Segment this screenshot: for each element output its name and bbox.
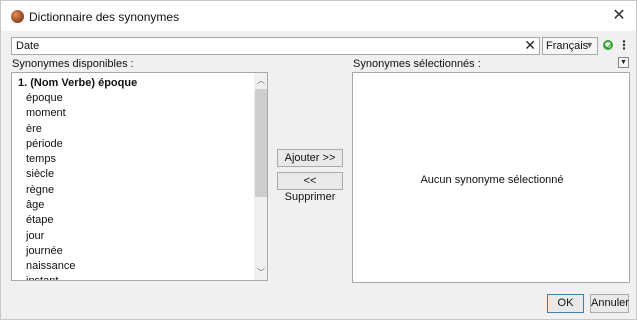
title-bar: Dictionnaire des synonymes ✕ xyxy=(1,1,636,31)
empty-selection-message: Aucun synonyme sélectionné xyxy=(420,174,564,186)
clear-icon[interactable]: ✕ xyxy=(524,37,536,54)
list-item[interactable]: ère xyxy=(26,123,42,135)
selected-synonyms-label: Synonymes sélectionnés : xyxy=(353,58,481,70)
list-item[interactable]: époque xyxy=(26,92,63,104)
list-heading: 1. (Nom Verbe) époque xyxy=(18,77,138,89)
list-item[interactable]: étape xyxy=(26,214,54,226)
remove-button[interactable]: << Supprimer xyxy=(277,172,343,203)
search-input[interactable]: Date ✕ xyxy=(11,37,540,55)
close-icon[interactable]: ✕ xyxy=(608,6,630,26)
list-item[interactable]: âge xyxy=(26,199,44,211)
selected-synonyms-box[interactable]: Aucun synonyme sélectionné xyxy=(352,72,630,283)
list-item[interactable]: jour xyxy=(26,230,44,242)
available-synonyms-label: Synonymes disponibles : xyxy=(12,58,134,70)
list-item[interactable]: moment xyxy=(26,107,66,119)
check-circle-icon[interactable] xyxy=(603,40,613,50)
app-logo-icon xyxy=(11,10,24,23)
available-synonyms-list[interactable]: 1. (Nom Verbe) époque époque moment ère … xyxy=(11,72,268,281)
list-item[interactable]: temps xyxy=(26,153,56,165)
dropdown-arrow-icon[interactable]: ▼ xyxy=(618,57,629,68)
vertical-scrollbar[interactable]: ︿ ﹀ xyxy=(254,73,267,280)
window-title: Dictionnaire des synonymes xyxy=(29,10,180,24)
add-button[interactable]: Ajouter >> xyxy=(277,149,343,167)
list-item[interactable]: naissance xyxy=(26,260,76,272)
list-item[interactable]: instant xyxy=(26,275,58,280)
cancel-button[interactable]: Annuler xyxy=(590,294,629,313)
language-selected: Français xyxy=(546,40,589,52)
scroll-down-icon[interactable]: ﹀ xyxy=(254,267,267,278)
search-value: Date xyxy=(16,40,40,52)
list-item[interactable]: règne xyxy=(26,184,54,196)
list-item[interactable]: journée xyxy=(26,245,63,257)
chevron-down-icon: ▼ xyxy=(585,40,594,50)
more-vertical-icon[interactable]: ⋮ xyxy=(618,38,630,52)
language-select[interactable]: Français ▼ xyxy=(542,37,598,55)
ok-button[interactable]: OK xyxy=(547,294,584,313)
list-item[interactable]: période xyxy=(26,138,63,150)
scrollbar-thumb[interactable] xyxy=(255,89,267,197)
scroll-up-icon[interactable]: ︿ xyxy=(254,75,267,86)
synonyms-dialog: Dictionnaire des synonymes ✕ Date ✕ Fran… xyxy=(0,0,637,320)
list-item[interactable]: siècle xyxy=(26,168,54,180)
